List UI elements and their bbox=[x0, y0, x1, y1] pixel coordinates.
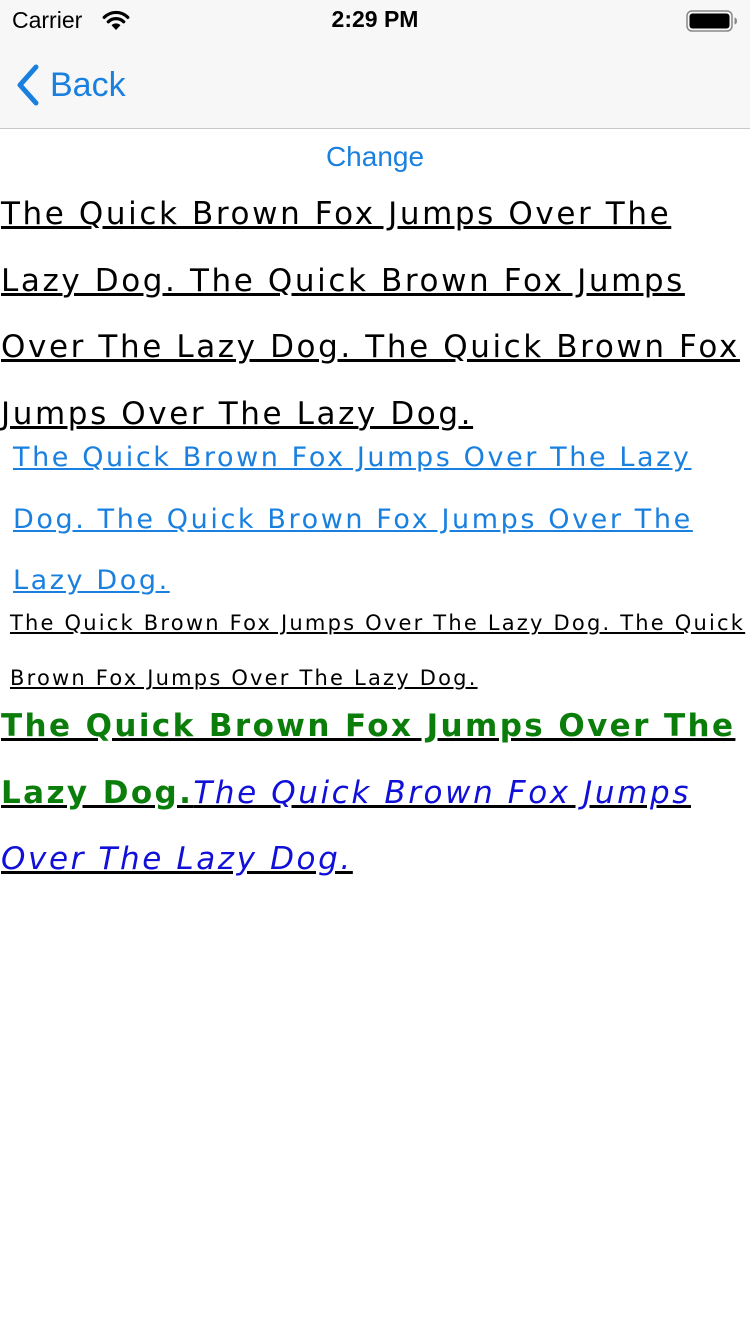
back-button[interactable]: Back bbox=[14, 62, 126, 108]
mixed-style-paragraph: The Quick Brown Fox Jumps Over The Lazy … bbox=[1, 693, 746, 893]
status-bar: Carrier 2:29 PM bbox=[0, 0, 750, 40]
chevron-left-icon bbox=[17, 64, 39, 106]
navigation-bar: Back bbox=[0, 40, 750, 129]
underlined-paragraph-black: The Quick Brown Fox Jumps Over The Lazy … bbox=[1, 196, 740, 432]
battery-icon bbox=[686, 10, 737, 32]
back-label: Back bbox=[50, 65, 126, 104]
underlined-paragraph-blue: The Quick Brown Fox Jumps Over The Lazy … bbox=[13, 442, 693, 596]
change-button[interactable]: Change bbox=[0, 141, 750, 173]
underlined-paragraph-small: The Quick Brown Fox Jumps Over The Lazy … bbox=[10, 611, 746, 690]
status-time: 2:29 PM bbox=[331, 6, 419, 32]
